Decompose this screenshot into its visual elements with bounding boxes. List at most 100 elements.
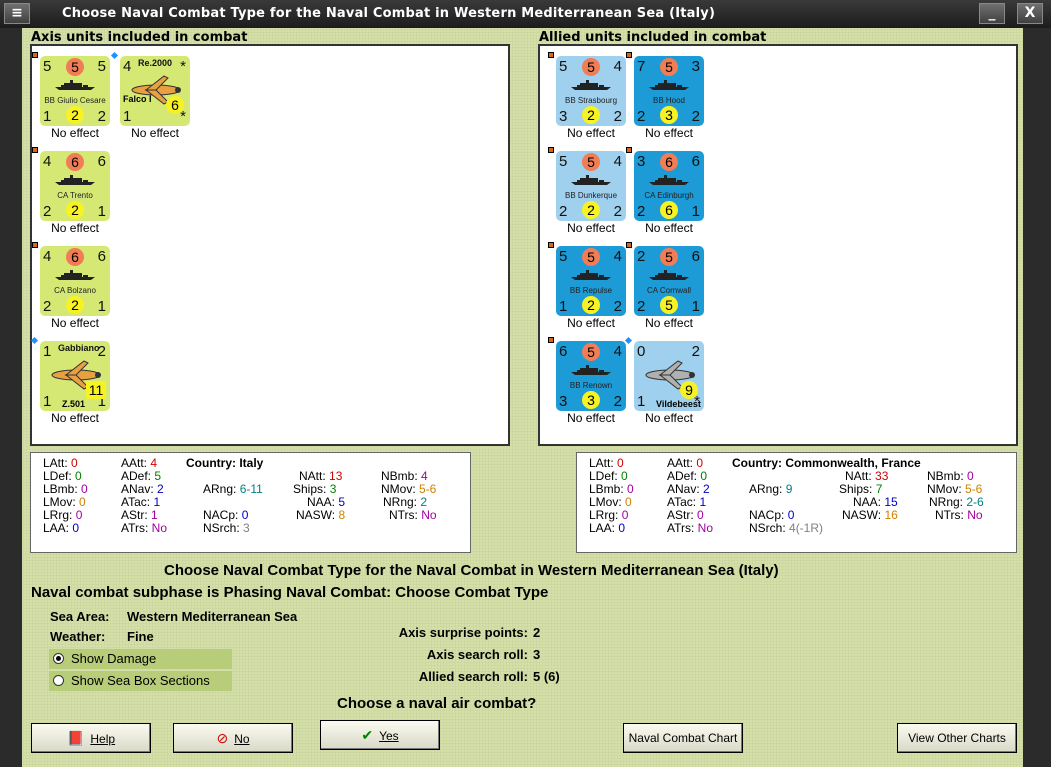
- help-button[interactable]: 📕 Help: [31, 723, 151, 753]
- naval-combat-chart-button[interactable]: Naval Combat Chart: [623, 723, 743, 753]
- axis-unit-counter[interactable]: 5 5 1 2 5 2 BB Giulio Cesare: [32, 52, 110, 126]
- unit-defense-value: 2: [582, 106, 600, 124]
- stat-adef: ADef: 5: [121, 469, 162, 483]
- allied-unit-counter[interactable]: 6 4 3 2 5 3 BB Renown: [548, 337, 626, 411]
- stat-astr: AStr: 1: [121, 508, 158, 522]
- unit-air-value: 6: [166, 96, 184, 114]
- unit-attack-value: 5: [582, 58, 600, 76]
- unit-effect-text: No effect: [645, 221, 693, 235]
- unit-value-tr: 6: [691, 153, 700, 170]
- allied-unit-counter[interactable]: 5 4 2 2 5 2 BB Dunkerque: [548, 147, 626, 221]
- unit-effect-text: No effect: [645, 316, 693, 330]
- close-button[interactable]: X: [1017, 3, 1043, 24]
- unit-effect-text: No effect: [645, 126, 693, 140]
- stat-lbmb: LBmb: 0: [43, 482, 88, 496]
- axis-unit-counter[interactable]: 4 6 2 1 6 2 CA Trento: [32, 147, 110, 221]
- air-marker-icon: [110, 51, 119, 60]
- warship-icon: [649, 175, 689, 185]
- naval-air-question: Choose a naval air combat?: [337, 695, 537, 712]
- unit-value-bl: 2: [43, 298, 52, 315]
- stat-nbmb: NBmb: 4: [381, 469, 428, 483]
- allied-unit-cell[interactable]: 5 4 2 2 5 2 BB Dunkerque No effect: [548, 147, 626, 239]
- yes-button[interactable]: ✔ Yes: [320, 720, 440, 750]
- allied-unit-counter[interactable]: 7 3 2 2 5 3 BB Hood: [626, 52, 704, 126]
- weather-label: Weather:: [50, 629, 106, 644]
- allied-unit-cell[interactable]: 5 4 1 2 5 2 BB Repulse No effect: [548, 242, 626, 334]
- stat-ntrs: NTrs: No: [935, 508, 983, 522]
- stack-marker-icon: [548, 337, 554, 343]
- unit-value-br: 1: [97, 203, 106, 220]
- stat-latt: LAtt: 0: [43, 456, 78, 470]
- axis-surprise-value: 2: [533, 625, 541, 640]
- unit-attack-value: 5: [582, 343, 600, 361]
- unit-value-tl: 5: [43, 58, 52, 75]
- allied-units-box[interactable]: 5 4 3 2 5 2 BB Strasbourg No effect 7 3 2 2 5 3 BB Hoo…: [538, 44, 1018, 446]
- axis-unit-cell[interactable]: 4 6 2 1 6 2 CA Trento No effect: [32, 147, 110, 239]
- unit-value-br: 1: [97, 298, 106, 315]
- unit-effect-text: No effect: [567, 411, 615, 425]
- allied-unit-counter[interactable]: 0 2 1 * 9 Vildebeest: [624, 336, 704, 411]
- radio-unselected-icon: [53, 675, 64, 686]
- stat-latt: LAtt: 0: [589, 456, 624, 470]
- axis-units-box[interactable]: 5 5 1 2 5 2 BB Giulio Cesare No effect 4 * 1 * Re.20…: [30, 44, 510, 446]
- stat-nsrch: NSrch: 3: [203, 521, 250, 535]
- view-other-charts-button[interactable]: View Other Charts: [897, 723, 1017, 753]
- radio-selected-icon: [53, 653, 64, 664]
- axis-unit-cell[interactable]: 1 2 1 1 Gabbiano 11 Z.501 No effect: [30, 336, 110, 429]
- window-title: Choose Naval Combat Type for the Naval C…: [62, 6, 716, 21]
- allied-unit-cell[interactable]: 5 4 3 2 5 2 BB Strasbourg No effect: [548, 52, 626, 144]
- allied-unit-counter[interactable]: 5 4 3 2 5 2 BB Strasbourg: [548, 52, 626, 126]
- unit-value-bl: 1: [43, 108, 52, 125]
- unit-effect-text: No effect: [645, 411, 693, 425]
- no-entry-icon: ⊘: [216, 730, 229, 746]
- allied-stats-panel: LAtt: 0 LDef: 0 LBmb: 0 LMov: 0 LRrg: 0 LAA: …: [576, 452, 1017, 553]
- unit-value-tr: 6: [691, 248, 700, 265]
- system-menu-button[interactable]: ≡: [4, 3, 30, 24]
- unit-value-tl: 6: [559, 343, 568, 360]
- allied-unit-counter[interactable]: 2 6 2 1 5 5 CA Cornwall: [626, 242, 704, 316]
- unit-air-value: 11: [86, 381, 106, 399]
- allied-unit-counter[interactable]: 5 4 1 2 5 2 BB Repulse: [548, 242, 626, 316]
- stat-ships: Ships: 3: [293, 482, 337, 496]
- unit-defense-value: 2: [582, 201, 600, 219]
- unit-name: BB Repulse: [569, 286, 613, 295]
- unit-value-tr: 3: [691, 58, 700, 75]
- axis-unit-cell[interactable]: 4 * 1 * Re.2000 6 Falco I No effect: [110, 51, 190, 144]
- yes-label: Yes: [379, 729, 399, 743]
- axis-unit-counter[interactable]: 4 * 1 * Re.2000 6 Falco I: [110, 51, 190, 126]
- unit-value-bl: 2: [637, 298, 646, 315]
- allied-unit-counter[interactable]: 3 6 2 1 6 6 CA Edinburgh: [626, 147, 704, 221]
- stat-nmov: NMov: 5-6: [381, 482, 437, 496]
- allied-unit-cell[interactable]: 6 4 3 2 5 3 BB Renown No effect: [548, 337, 626, 429]
- show-damage-radio[interactable]: Show Damage: [49, 649, 232, 669]
- unit-name: BB Hood: [652, 96, 686, 105]
- axis-unit-cell[interactable]: 5 5 1 2 5 2 BB Giulio Cesare No effect: [32, 52, 110, 144]
- allied-unit-cell[interactable]: 0 2 1 * 9 Vildebeest No effect: [624, 336, 704, 429]
- axis-surprise-label: Axis surprise points:: [398, 625, 528, 640]
- show-sea-box-label: Show Sea Box Sections: [71, 673, 210, 688]
- unit-attack-value: 5: [582, 153, 600, 171]
- unit-value-bl: 2: [43, 203, 52, 220]
- unit-value-br: 2: [97, 108, 106, 125]
- stat-ships: Ships: 7: [839, 482, 883, 496]
- stat-naa: NAA: 15: [853, 495, 898, 509]
- allied-unit-cell[interactable]: 3 6 2 1 6 6 CA Edinburgh No effect: [626, 147, 704, 239]
- unit-value-tr: 5: [97, 58, 106, 75]
- no-button[interactable]: ⊘ No: [173, 723, 293, 753]
- stat-nacp: NACp: 0: [203, 508, 249, 522]
- allied-unit-cell[interactable]: 2 6 2 1 5 5 CA Cornwall No effect: [626, 242, 704, 334]
- axis-unit-counter[interactable]: 1 2 1 1 Gabbiano 11 Z.501: [30, 336, 110, 411]
- unit-value-tr: 4: [613, 248, 622, 265]
- allied-unit-cell[interactable]: 7 3 2 2 5 3 BB Hood No effect: [626, 52, 704, 144]
- stat-ldef: LDef: 0: [589, 469, 628, 483]
- book-icon: 📕: [66, 730, 85, 746]
- stat-ntrs: NTrs: No: [389, 508, 437, 522]
- unit-value-tr: 6: [97, 153, 106, 170]
- axis-unit-counter[interactable]: 4 6 2 1 6 2 CA Bolzano: [32, 242, 110, 316]
- show-sea-box-radio[interactable]: Show Sea Box Sections: [49, 671, 232, 691]
- unit-attack-value: 6: [66, 248, 84, 266]
- axis-unit-cell[interactable]: 4 6 2 1 6 2 CA Bolzano No effect: [32, 242, 110, 334]
- minimize-button[interactable]: _: [979, 3, 1005, 24]
- unit-defense-value: 5: [660, 296, 678, 314]
- stack-marker-icon: [548, 147, 554, 153]
